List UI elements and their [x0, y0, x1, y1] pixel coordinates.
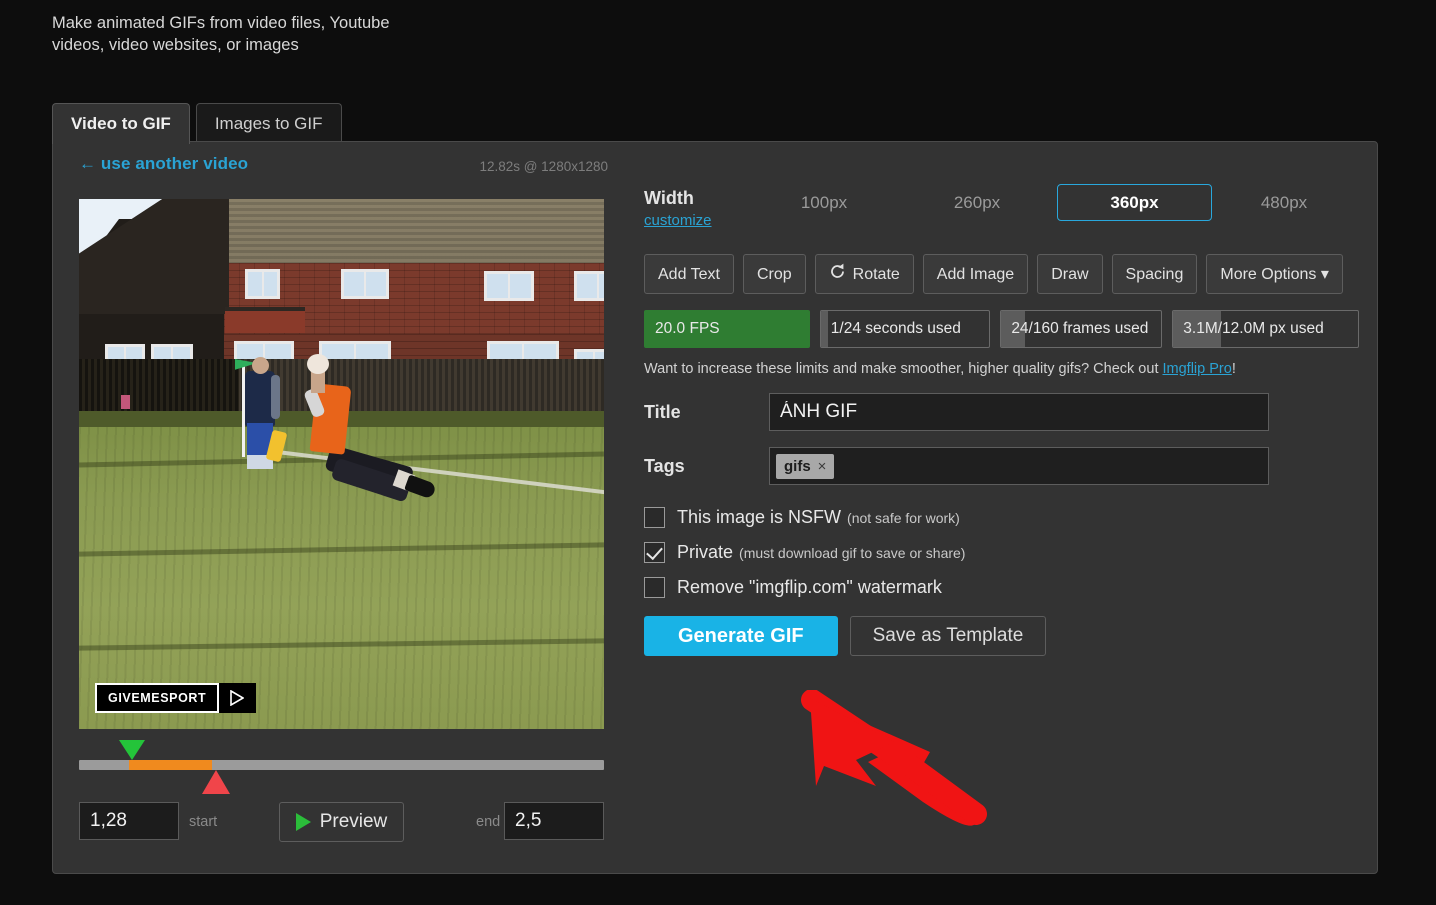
- private-checkbox[interactable]: [644, 542, 665, 563]
- remove-watermark-checkbox-row[interactable]: Remove "imgflip.com" watermark: [644, 577, 1359, 598]
- crop-button[interactable]: Crop: [742, 254, 806, 294]
- page-root: Make animated GIFs from video files, You…: [0, 0, 1436, 905]
- timeline-start-handle[interactable]: [119, 740, 145, 760]
- end-time-input[interactable]: [504, 802, 604, 840]
- pixels-label: 3.1M/12.0M px used: [1183, 320, 1324, 337]
- tab-bar: Video to GIF Images to GIF: [52, 103, 342, 144]
- tags-row: Tags gifs ×: [644, 447, 1359, 485]
- save-as-template-button[interactable]: Save as Template: [849, 616, 1047, 656]
- nsfw-label: This image is NSFW: [677, 507, 842, 527]
- rotate-label: Rotate: [852, 265, 900, 283]
- pixels-stat[interactable]: 3.1M/12.0M px used: [1172, 310, 1359, 348]
- add-image-label: Add Image: [936, 265, 1015, 283]
- nsfw-sublabel: (not safe for work): [847, 509, 960, 526]
- player-orange-neck: [311, 371, 325, 393]
- tags-label: Tags: [644, 455, 685, 476]
- spacing-label: Spacing: [1125, 265, 1184, 283]
- private-label: Private: [677, 542, 734, 562]
- imgflip-pro-link[interactable]: Imgflip Pro: [1163, 361, 1232, 377]
- frames-label: 24/160 frames used: [1011, 320, 1149, 337]
- preview-button-label: Preview: [319, 811, 388, 832]
- private-checkbox-row[interactable]: Private (must download gif to save or sh…: [644, 542, 1359, 563]
- more-options-label: More Options ▾: [1220, 265, 1329, 283]
- width-option-480px[interactable]: 480px: [1239, 184, 1329, 221]
- player-blue-arm: [271, 375, 280, 419]
- add-text-label: Add Text: [658, 265, 720, 283]
- action-buttons: Generate GIF Save as Template: [644, 616, 1359, 656]
- width-customize-link[interactable]: customize: [644, 212, 712, 229]
- video-column: ← use another video 12.82s @ 1280x1280: [79, 154, 609, 174]
- window: [245, 269, 280, 299]
- video-watermark: GIVEMESPORT: [95, 683, 257, 713]
- rotate-icon: [829, 263, 846, 285]
- spacing-button[interactable]: Spacing: [1111, 254, 1198, 294]
- time-controls: start Preview end: [79, 802, 604, 842]
- end-time-label: end: [476, 814, 501, 830]
- play-icon: [219, 683, 257, 713]
- remove-watermark-checkbox[interactable]: [644, 577, 665, 598]
- tags-input[interactable]: gifs ×: [769, 447, 1269, 485]
- more-options-button[interactable]: More Options ▾: [1206, 254, 1343, 294]
- fence-dark-section: [79, 359, 239, 417]
- house-porch: [225, 307, 305, 333]
- timeline-end-handle[interactable]: [202, 770, 230, 794]
- window: [484, 271, 534, 301]
- generate-gif-button[interactable]: Generate GIF: [644, 616, 838, 656]
- frames-stat[interactable]: 24/160 frames used: [1000, 310, 1163, 348]
- window: [341, 269, 389, 299]
- video-timeline[interactable]: [79, 740, 604, 794]
- width-label: Width: [644, 188, 694, 208]
- mow-stripe: [79, 638, 604, 651]
- window: [574, 271, 604, 301]
- tag-chip-gifs[interactable]: gifs ×: [776, 453, 835, 479]
- fps-label: 20.0 FPS: [655, 320, 720, 337]
- watermark-label: GIVEMESPORT: [95, 683, 220, 713]
- start-time-input[interactable]: [79, 802, 179, 840]
- add-image-button[interactable]: Add Image: [922, 254, 1029, 294]
- video-meta-text: 12.82s @ 1280x1280: [479, 159, 608, 174]
- add-text-button[interactable]: Add Text: [644, 254, 734, 294]
- rotate-button[interactable]: Rotate: [814, 254, 914, 294]
- settings-column: Width customize 100px 260px 360px 480px …: [644, 184, 1359, 656]
- timeline-selection[interactable]: [129, 760, 212, 770]
- use-another-video-link[interactable]: ← use another video: [79, 154, 248, 174]
- video-preview[interactable]: GIVEMESPORT: [79, 199, 604, 729]
- remove-tag-icon[interactable]: ×: [818, 458, 827, 475]
- width-option-100px[interactable]: 100px: [779, 184, 869, 221]
- fps-stat[interactable]: 20.0 FPS: [644, 310, 810, 348]
- pink-object: [121, 395, 130, 409]
- draw-label: Draw: [1051, 265, 1089, 283]
- tab-images-to-gif[interactable]: Images to GIF: [195, 103, 342, 144]
- limits-bar: 20.0 FPS 1/24 seconds used 24/160 frames…: [644, 310, 1359, 348]
- page-tagline: Make animated GIFs from video files, You…: [52, 14, 390, 54]
- private-sublabel: (must download gif to save or share): [739, 544, 966, 561]
- seconds-label: 1/24 seconds used: [830, 320, 961, 337]
- mow-stripe: [79, 542, 604, 557]
- pro-notice-text: Want to increase these limits and make s…: [644, 361, 1163, 377]
- tag-chip-label: gifs: [784, 457, 811, 475]
- crop-label: Crop: [756, 265, 792, 283]
- title-label: Title: [644, 401, 681, 422]
- pro-notice: Want to increase these limits and make s…: [644, 361, 1359, 377]
- editor-panel: ← use another video 12.82s @ 1280x1280 G…: [52, 141, 1378, 874]
- pro-notice-suffix: !: [1231, 361, 1236, 377]
- player-orange-head: [307, 354, 329, 374]
- seconds-stat[interactable]: 1/24 seconds used: [819, 310, 991, 348]
- nsfw-checkbox[interactable]: [644, 507, 665, 528]
- preview-button[interactable]: Preview: [279, 802, 404, 842]
- title-input[interactable]: [769, 393, 1269, 431]
- start-time-label: start: [189, 814, 218, 830]
- title-row: Title: [644, 393, 1359, 431]
- draw-button[interactable]: Draw: [1037, 254, 1103, 294]
- width-row: Width customize 100px 260px 360px 480px: [644, 184, 1359, 240]
- play-triangle-icon: [295, 813, 311, 831]
- tab-video-to-gif[interactable]: Video to GIF: [52, 103, 190, 144]
- width-option-260px[interactable]: 260px: [932, 184, 1022, 221]
- tool-bar: Add Text Crop Rotate Add Image Draw Spac…: [644, 254, 1359, 294]
- player-blue-head: [252, 357, 269, 374]
- nsfw-checkbox-row[interactable]: This image is NSFW (not safe for work): [644, 507, 1359, 528]
- options-checkboxes: This image is NSFW (not safe for work) P…: [644, 507, 1359, 598]
- remove-watermark-label: Remove "imgflip.com" watermark: [677, 577, 942, 597]
- width-option-360px[interactable]: 360px: [1057, 184, 1212, 221]
